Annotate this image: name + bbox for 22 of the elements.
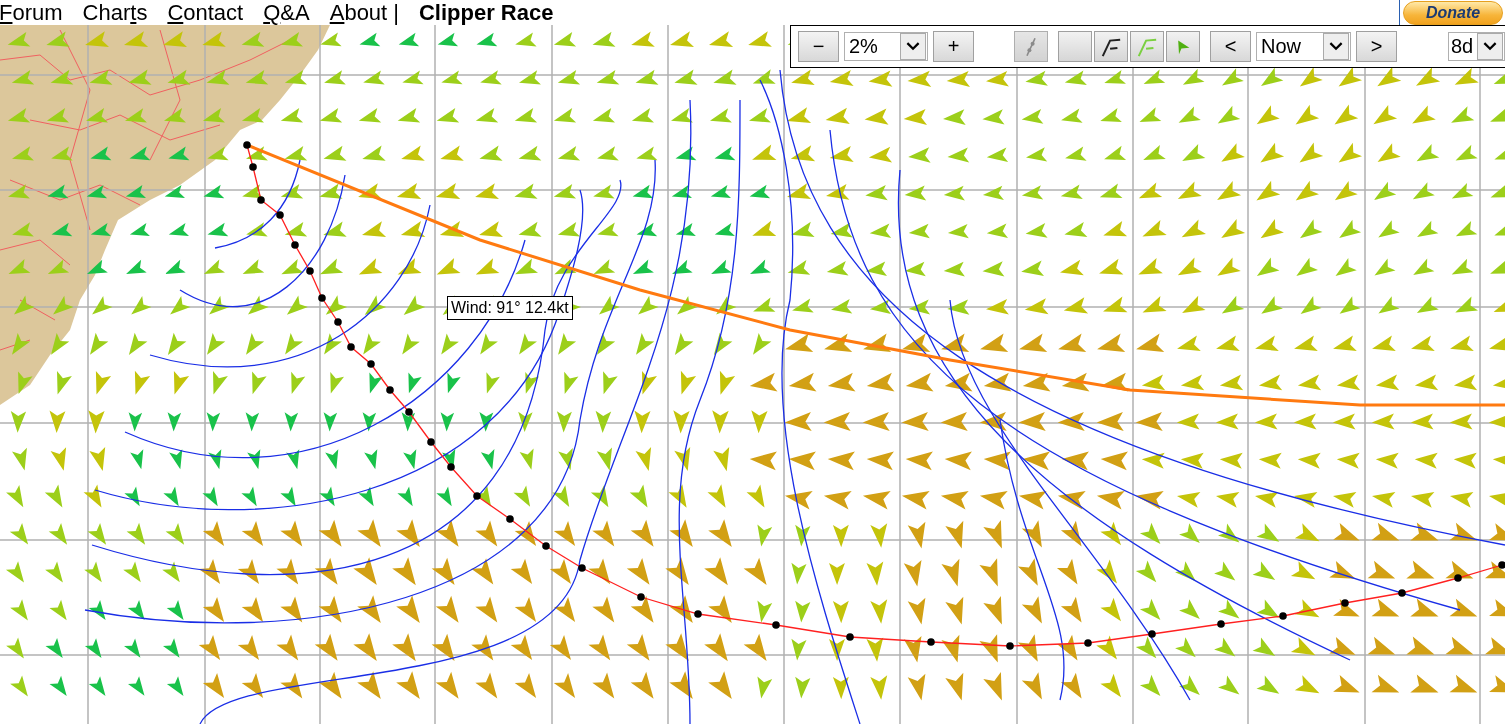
nav-link[interactable]: Charts <box>82 0 148 25</box>
race-title-link[interactable]: Clipper Race <box>418 0 554 26</box>
wind-arrow-icon <box>1175 38 1191 55</box>
zoom-out-button[interactable]: − <box>798 31 839 62</box>
chevron-down-icon <box>1329 42 1343 51</box>
zoom-in-button[interactable]: + <box>933 31 974 62</box>
next-time-button[interactable]: > <box>1356 31 1397 62</box>
chevron-down-icon <box>1483 42 1497 51</box>
range-select[interactable]: 8d <box>1448 32 1505 61</box>
previous-time-button[interactable]: < <box>1210 31 1251 62</box>
nav-link[interactable]: Forum <box>0 0 63 25</box>
nav-link[interactable]: About <box>329 0 388 25</box>
chevron-down-icon <box>906 42 920 51</box>
donate-button[interactable]: Donate <box>1403 0 1503 25</box>
zoom-select[interactable]: 2% <box>844 32 928 61</box>
nav-separator: | <box>393 0 399 26</box>
nav-link[interactable]: Contact <box>167 0 244 25</box>
tool-button[interactable] <box>1094 31 1128 62</box>
nav-link[interactable]: Q&A <box>263 0 310 25</box>
time-select[interactable]: Now <box>1256 32 1351 61</box>
wind-tooltip: Wind: 91° 12.4kt <box>447 296 573 320</box>
route-points-icon <box>1023 35 1039 58</box>
